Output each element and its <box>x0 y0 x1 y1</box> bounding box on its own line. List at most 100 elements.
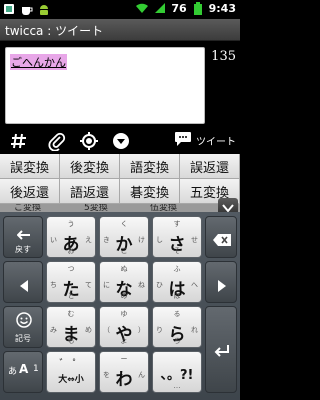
composing-text: ごへんかん <box>10 54 67 70</box>
punctuation-sub: … <box>173 382 181 390</box>
android-icon <box>37 2 51 16</box>
notification-icon <box>3 2 17 16</box>
clock: 9:43 <box>208 1 236 15</box>
kana-key-ta[interactable]: つ ち た て と <box>46 261 96 303</box>
undo-label: 戻す <box>15 245 31 254</box>
wifi-icon <box>135 1 149 15</box>
flick-down: も <box>67 337 75 345</box>
compose-area: ごへんかん 135 <box>0 41 240 128</box>
flick-down: ろ <box>173 337 181 345</box>
dakuten-label: 大⇔小 <box>58 375 84 385</box>
candidate[interactable]: 伍変換 <box>150 204 177 212</box>
candidate-list: 誤変換 後変換 語変換 誤返還 後返還 語返還 碁変換 五変換 <box>0 154 240 204</box>
candidate[interactable]: 語変換 <box>120 154 180 179</box>
candidate[interactable]: ご変換 <box>14 204 41 212</box>
character-counter: 135 <box>211 49 236 64</box>
status-bar: 76 9:43 <box>0 0 240 19</box>
dakuten-mark: ゛ ゜ <box>59 359 83 370</box>
cursor-left-key[interactable] <box>3 261 43 303</box>
kana-key-ma[interactable]: む み ま め も <box>46 306 96 348</box>
flick-down: こ <box>120 247 128 255</box>
flick-up: す <box>173 220 181 228</box>
kana-key-ha[interactable]: ふ ひ は へ ほ <box>152 261 202 303</box>
flick-down: よ <box>120 337 128 345</box>
window-title: twicca : ツイート <box>5 24 104 38</box>
flick-right: ん <box>138 371 145 379</box>
emoji-symbol-key[interactable]: 記号 <box>3 306 43 348</box>
kana-key-ya[interactable]: ゆ （ や ） よ <box>99 306 149 348</box>
speech-bubble-icon <box>174 131 192 150</box>
candidate[interactable]: 碁変換 <box>120 179 180 204</box>
menu-dropdown-icon[interactable] <box>110 130 132 152</box>
punctuation-key[interactable]: 、。?! … <box>152 351 202 393</box>
flick-up: ー <box>120 355 128 363</box>
candidate-row: 誤変換 後変換 語変換 誤返還 <box>0 154 240 179</box>
candidate[interactable]: 誤返還 <box>180 154 240 179</box>
candidate-row-partial: ご変換 5変換 伍変換 <box>0 204 240 212</box>
kana-key-wa[interactable]: ー を わ ん <box>99 351 149 393</box>
flick-right: ） <box>138 326 145 334</box>
mode-kana: あ <box>8 367 18 377</box>
signal-icon <box>153 1 167 15</box>
backspace-key[interactable] <box>205 216 237 258</box>
hashtag-icon[interactable] <box>8 130 30 152</box>
flick-up: ゆ <box>120 310 128 318</box>
kana-key-ra[interactable]: る り ら れ ろ <box>152 306 202 348</box>
flick-right: せ <box>191 236 198 244</box>
kana-key-na[interactable]: ぬ に な ね の <box>99 261 149 303</box>
candidate[interactable]: 語返還 <box>60 179 120 204</box>
candidate[interactable]: 後変換 <box>60 154 120 179</box>
enter-key[interactable] <box>205 306 237 393</box>
candidate[interactable]: 誤変換 <box>0 154 60 179</box>
flick-right: め <box>85 326 92 334</box>
undo-icon <box>16 225 31 244</box>
flick-down: ほ <box>173 292 181 300</box>
flick-right: け <box>138 236 145 244</box>
punctuation-chars: 、。?! <box>160 368 194 383</box>
dakuten-key[interactable]: ゛ ゜ 大⇔小 <box>46 351 96 393</box>
location-icon[interactable] <box>78 130 100 152</box>
flick-right: ね <box>138 281 145 289</box>
keyboard: 戻す う い あ え お く き か け こ す し さ せ そ つ ち た て… <box>0 212 240 400</box>
battery-level: 76 <box>171 1 187 15</box>
attachment-icon[interactable] <box>46 130 68 152</box>
tweet-button[interactable]: ツイート <box>174 131 236 150</box>
tweet-label: ツイート <box>196 137 236 148</box>
flick-up: う <box>67 220 75 228</box>
flick-down: の <box>120 292 128 300</box>
flick-up: ぬ <box>120 265 128 273</box>
emoji-symbol-label: 記号 <box>15 334 31 343</box>
kana-key-ka[interactable]: く き か け こ <box>99 216 149 258</box>
input-mode-key[interactable]: あ A 1 <box>3 351 43 393</box>
candidate[interactable]: 後返還 <box>0 179 60 204</box>
undo-key[interactable]: 戻す <box>3 216 43 258</box>
title-bar: twicca : ツイート <box>0 19 240 41</box>
flick-up: る <box>173 310 181 318</box>
kana-key-a[interactable]: う い あ え お <box>46 216 96 258</box>
battery-icon <box>191 1 205 15</box>
tweet-input[interactable]: ごへんかん <box>5 47 205 124</box>
flick-up: む <box>67 310 75 318</box>
flick-up: つ <box>67 265 75 273</box>
flick-up: く <box>120 220 128 228</box>
smiley-icon <box>16 312 32 332</box>
action-bar: ツイート <box>0 128 240 154</box>
flick-right: れ <box>191 326 198 334</box>
kana-key-sa[interactable]: す し さ せ そ <box>152 216 202 258</box>
arrow-left-icon <box>19 277 29 296</box>
flick-down: お <box>67 247 75 255</box>
cursor-right-key[interactable] <box>205 261 237 303</box>
coffee-icon <box>20 2 34 16</box>
arrow-right-icon <box>217 277 227 296</box>
flick-down: そ <box>173 247 181 255</box>
backspace-icon <box>213 231 231 250</box>
mode-alpha: A <box>19 362 29 376</box>
enter-icon <box>214 343 230 362</box>
flick-up: ふ <box>173 265 181 273</box>
candidate[interactable]: 5変換 <box>84 204 108 212</box>
flick-down: と <box>67 292 75 300</box>
candidate-row: 後返還 語返還 碁変換 五変換 <box>0 179 240 204</box>
flick-right: て <box>85 281 92 289</box>
mode-num: 1 <box>33 364 39 374</box>
flick-right: え <box>85 236 92 244</box>
